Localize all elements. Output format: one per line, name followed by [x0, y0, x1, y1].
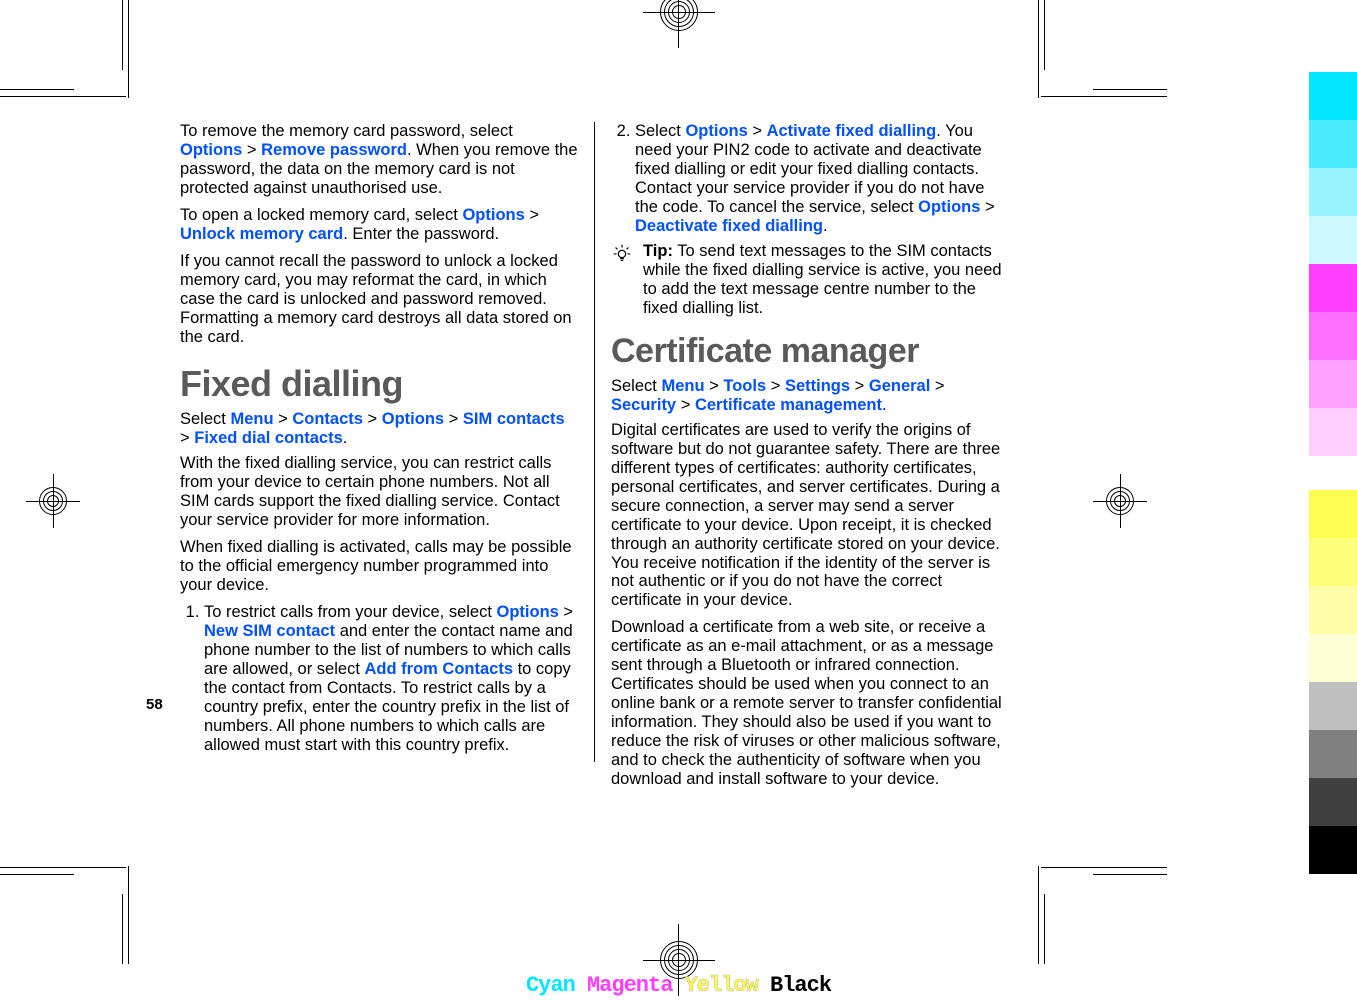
tip-icon — [611, 242, 637, 268]
heading-fixed-dialling: Fixed dialling — [180, 363, 578, 404]
menu-link: New SIM contact — [204, 622, 335, 640]
paragraph: To open a locked memory card, select Opt… — [180, 206, 578, 244]
crop-mark — [1038, 866, 1039, 964]
menu-link: Options — [497, 603, 559, 621]
text: . — [343, 429, 348, 447]
text: Select — [180, 410, 230, 428]
text: > — [525, 206, 539, 224]
color-bar — [1309, 490, 1357, 874]
registration-mark-icon — [26, 474, 80, 528]
column-right: Select Options > Activate fixed dialling… — [594, 122, 1009, 762]
ordered-list: To restrict calls from your device, sele… — [180, 603, 578, 755]
cmyk-footer: Cyan Magenta Yellow Black — [526, 973, 831, 998]
yellow-label: Yellow — [685, 973, 758, 998]
text: > — [274, 410, 293, 428]
text: > — [559, 603, 573, 621]
text: > — [676, 396, 695, 414]
text: . — [882, 396, 887, 414]
crop-mark — [122, 0, 123, 70]
black-label: Black — [770, 973, 831, 998]
crop-mark — [0, 96, 126, 97]
menu-link: Options — [180, 141, 242, 159]
menu-link: Menu — [661, 377, 704, 395]
text: To send text messages to the SIM contact… — [643, 242, 1002, 317]
page-number: 58 — [146, 696, 163, 713]
crop-mark — [1044, 894, 1045, 964]
text: . Enter the password. — [343, 225, 499, 243]
text: > — [850, 377, 869, 395]
crop-mark — [128, 0, 129, 98]
crop-mark — [0, 867, 126, 868]
column-left: To remove the memory card password, sele… — [180, 122, 594, 762]
list-item: Select Options > Activate fixed dialling… — [635, 122, 1009, 236]
text: Select — [611, 377, 661, 395]
magenta-label: Magenta — [587, 973, 672, 998]
paragraph: Select Menu > Tools > Settings > General… — [611, 377, 1009, 415]
cyan-label: Cyan — [526, 973, 575, 998]
crop-mark — [1038, 0, 1039, 98]
menu-link: Settings — [785, 377, 850, 395]
menu-link: Options — [685, 122, 747, 140]
crop-mark — [0, 874, 74, 875]
paragraph: If you cannot recall the password to unl… — [180, 252, 578, 347]
paragraph: Download a certificate from a web site, … — [611, 618, 1009, 789]
registration-mark-icon — [1093, 474, 1147, 528]
ordered-list: Select Options > Activate fixed dialling… — [611, 122, 1009, 236]
crop-mark — [1044, 0, 1045, 70]
text: > — [363, 410, 382, 428]
menu-link: Activate fixed dialling — [767, 122, 937, 140]
text: To open a locked memory card, select — [180, 206, 462, 224]
menu-link: Options — [462, 206, 524, 224]
page-content: To remove the memory card password, sele… — [180, 122, 1010, 762]
text: > — [930, 377, 944, 395]
tip-label: Tip: — [643, 242, 673, 260]
text: > — [748, 122, 767, 140]
tip-block: Tip: To send text messages to the SIM co… — [611, 242, 1009, 318]
menu-link: Menu — [230, 410, 273, 428]
menu-link: Unlock memory card — [180, 225, 343, 243]
text: > — [705, 377, 724, 395]
menu-link: Add from Contacts — [365, 660, 514, 678]
menu-link: Certificate management — [695, 396, 882, 414]
text: > — [980, 198, 994, 216]
crop-mark — [1093, 89, 1167, 90]
menu-link: Security — [611, 396, 676, 414]
text: . — [823, 217, 828, 235]
menu-link: Fixed dial contacts — [194, 429, 343, 447]
menu-link: SIM contacts — [463, 410, 565, 428]
text: To restrict calls from your device, sele… — [204, 603, 497, 621]
text: To remove the memory card password, sele… — [180, 122, 513, 140]
list-item: To restrict calls from your device, sele… — [204, 603, 578, 755]
menu-link: Options — [382, 410, 444, 428]
menu-link: Tools — [723, 377, 766, 395]
text: > — [242, 141, 261, 159]
text: > — [444, 410, 463, 428]
menu-link: General — [869, 377, 930, 395]
crop-mark — [1041, 96, 1167, 97]
paragraph: With the fixed dialling service, you can… — [180, 454, 578, 530]
color-bar — [1309, 72, 1357, 456]
paragraph: Digital certificates are used to verify … — [611, 421, 1009, 611]
menu-link: Deactivate fixed dialling — [635, 217, 823, 235]
paragraph: When fixed dialling is activated, calls … — [180, 538, 578, 595]
menu-link: Remove password — [261, 141, 407, 159]
paragraph: To remove the memory card password, sele… — [180, 122, 578, 198]
menu-link: Contacts — [292, 410, 363, 428]
text: > — [180, 429, 194, 447]
text: Select — [635, 122, 685, 140]
text: > — [766, 377, 785, 395]
crop-mark — [1093, 874, 1167, 875]
crop-mark — [122, 894, 123, 964]
crop-mark — [1041, 867, 1167, 868]
menu-link: Options — [918, 198, 980, 216]
paragraph: Select Menu > Contacts > Options > SIM c… — [180, 410, 578, 448]
heading-certificate-manager: Certificate manager — [611, 332, 1009, 371]
crop-mark — [128, 866, 129, 964]
crop-mark — [0, 89, 74, 90]
tip-text: Tip: To send text messages to the SIM co… — [643, 242, 1009, 318]
